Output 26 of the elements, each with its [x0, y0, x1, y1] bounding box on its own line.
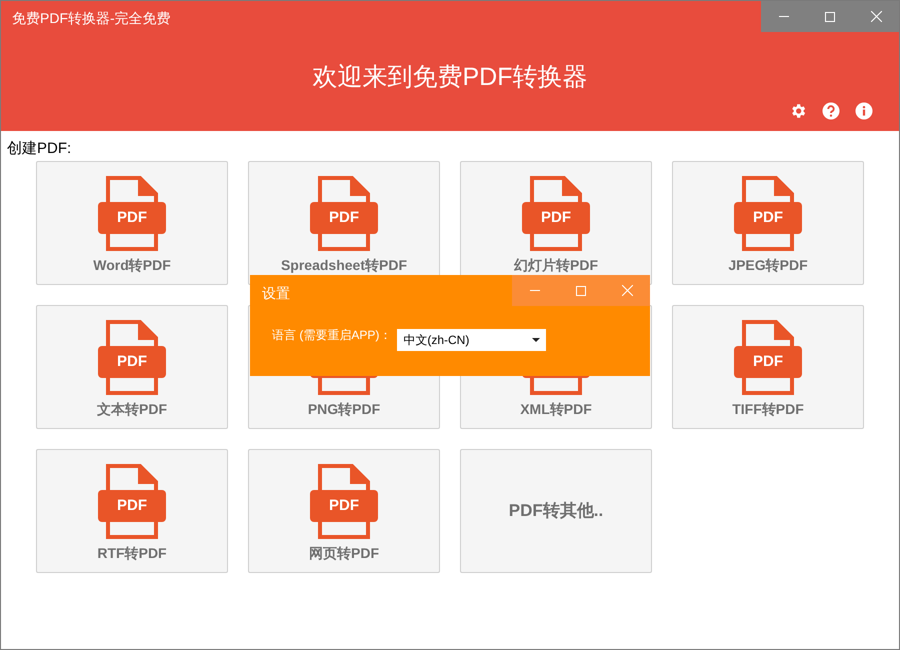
- maximize-icon: [825, 12, 835, 22]
- converter-tile[interactable]: PDF 文本转PDF: [36, 305, 228, 429]
- converter-tile[interactable]: PDF Word转PDF: [36, 161, 228, 285]
- section-label: 创建PDF:: [7, 139, 72, 159]
- minimize-icon: [530, 290, 540, 291]
- converter-tile[interactable]: PDF Spreadsheet转PDF: [248, 161, 440, 285]
- converter-tile[interactable]: PDF 网页转PDF: [248, 449, 440, 573]
- converter-tile[interactable]: PDF TIFF转PDF: [672, 305, 864, 429]
- converter-tile[interactable]: PDF RTF转PDF: [36, 449, 228, 573]
- maximize-icon: [576, 286, 586, 296]
- minimize-icon: [779, 16, 789, 17]
- close-icon: [870, 11, 882, 22]
- dropdown-caret-icon: [532, 338, 540, 342]
- converter-tile[interactable]: PDF转其他..: [460, 449, 652, 573]
- help-icon: [822, 102, 840, 120]
- converter-tile[interactable]: PDF 幻灯片转PDF: [460, 161, 652, 285]
- info-button[interactable]: [855, 102, 873, 120]
- language-dropdown[interactable]: 中文(zh-CN): [397, 329, 546, 351]
- dialog-title: 设置: [262, 284, 290, 303]
- info-icon: [855, 102, 873, 120]
- help-button[interactable]: [822, 102, 840, 120]
- header-title: 欢迎来到免费PDF转换器: [312, 65, 588, 90]
- language-label: 语言 (需要重启APP)：: [272, 327, 392, 343]
- close-icon: [622, 285, 632, 296]
- converter-tile[interactable]: PDF JPEG转PDF: [672, 161, 864, 285]
- window-title: 免费PDF转换器-完全免费: [12, 9, 171, 28]
